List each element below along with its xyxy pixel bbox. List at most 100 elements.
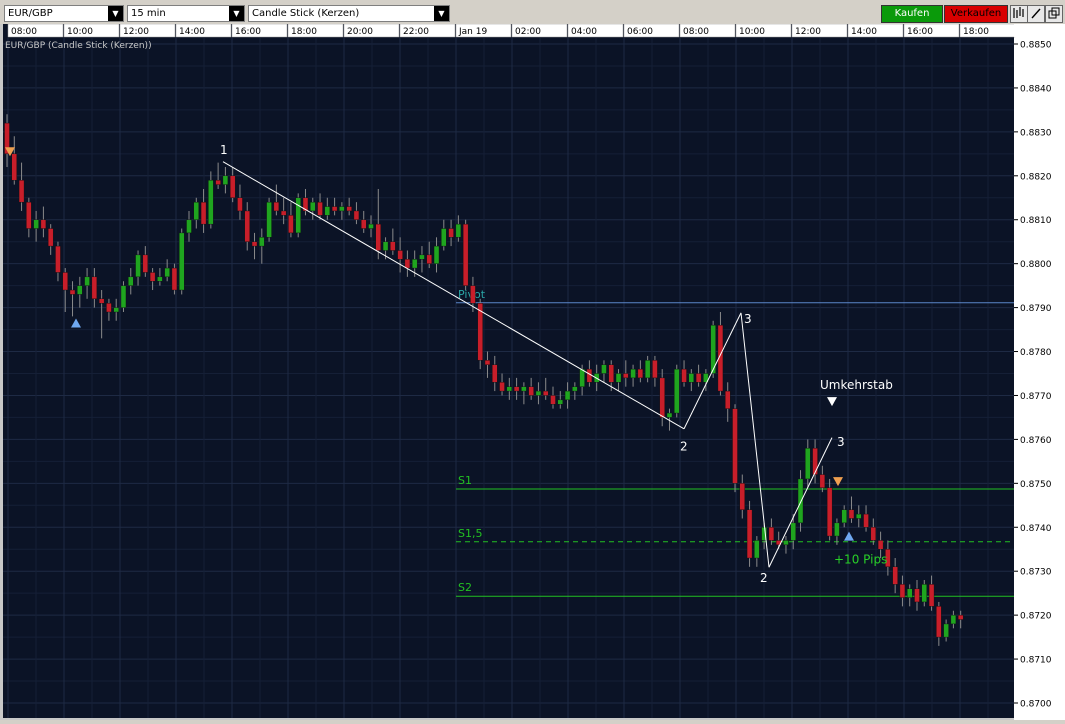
chart-title: EUR/GBP (Candle Stick (Kerzen)) bbox=[5, 41, 152, 51]
candle-down bbox=[659, 377, 665, 418]
candle-up bbox=[433, 245, 440, 264]
candle-up bbox=[943, 623, 949, 638]
y-tick-label: 0.8750 bbox=[1020, 480, 1052, 490]
x-tick-label: 02:00 bbox=[515, 27, 541, 37]
candle-down bbox=[513, 386, 520, 392]
candle-up bbox=[120, 285, 127, 308]
x-tick-label: 20:00 bbox=[347, 27, 373, 37]
buy-button[interactable]: Kaufen bbox=[881, 5, 943, 23]
candle-up bbox=[157, 276, 163, 282]
candle-up bbox=[135, 254, 141, 278]
y-tick-label: 0.8740 bbox=[1020, 524, 1052, 534]
chart-area: 08:00 10:00 12:00 14:00 16:00 18:00 20:00 22:00… bbox=[0, 23, 1065, 720]
candle-up bbox=[310, 201, 316, 212]
candle-up bbox=[113, 307, 119, 313]
candle-down bbox=[397, 250, 403, 260]
candle-down bbox=[637, 368, 644, 379]
candle-down bbox=[739, 483, 745, 510]
candles-icon[interactable] bbox=[1010, 5, 1028, 23]
level-label: S2 bbox=[458, 581, 472, 594]
candle-down bbox=[499, 382, 505, 392]
candle-up bbox=[535, 390, 542, 396]
candle-down bbox=[426, 254, 432, 264]
chevron-down-icon[interactable]: ▼ bbox=[229, 6, 244, 21]
candle-down bbox=[957, 614, 964, 620]
candle-down bbox=[11, 153, 17, 181]
candle-down bbox=[892, 566, 898, 585]
candle-up bbox=[521, 386, 527, 392]
candle-down bbox=[543, 390, 549, 396]
candle-down bbox=[288, 215, 294, 234]
candle-down bbox=[26, 201, 32, 229]
candle-up bbox=[797, 478, 804, 524]
candle-up bbox=[193, 201, 199, 220]
candle-down bbox=[725, 390, 731, 409]
candle-down bbox=[142, 254, 149, 273]
x-tick-label: 18:00 bbox=[291, 27, 317, 37]
candle-down bbox=[695, 373, 702, 383]
candle-down bbox=[448, 228, 454, 238]
y-tick-label: 0.8810 bbox=[1020, 216, 1052, 226]
candle-up bbox=[368, 223, 374, 229]
candle-up bbox=[84, 276, 90, 286]
candle-down bbox=[928, 584, 935, 607]
candle-up bbox=[921, 584, 927, 603]
candle-down bbox=[200, 201, 207, 225]
chevron-down-icon[interactable]: ▼ bbox=[108, 6, 123, 21]
sell-button[interactable]: Verkaufen bbox=[944, 5, 1008, 23]
candle-up bbox=[419, 254, 425, 260]
candle-down bbox=[149, 272, 156, 282]
candle-up bbox=[666, 412, 673, 418]
candle-down bbox=[936, 606, 942, 638]
chevron-down-icon[interactable]: ▼ bbox=[434, 6, 449, 21]
candle-up bbox=[950, 614, 957, 625]
candle-up bbox=[506, 386, 513, 392]
y-tick-label: 0.8770 bbox=[1020, 392, 1052, 402]
chart-type-select[interactable]: Candle Stick (Kerzen) ▼ bbox=[248, 5, 450, 22]
x-tick-label: 14:00 bbox=[851, 27, 877, 37]
candle-down bbox=[586, 368, 593, 383]
y-tick-label: 0.8800 bbox=[1020, 260, 1052, 270]
candle-up bbox=[128, 276, 134, 286]
candle-down bbox=[826, 487, 833, 537]
x-tick-label: 12:00 bbox=[795, 27, 821, 37]
candlestick-chart[interactable]: 08:00 10:00 12:00 14:00 16:00 18:00 20:00 22:00… bbox=[0, 23, 1065, 720]
candle-down bbox=[346, 206, 352, 212]
candle-up bbox=[411, 259, 418, 269]
candle-down bbox=[863, 513, 869, 528]
pencil-icon[interactable] bbox=[1027, 5, 1045, 23]
candle-down bbox=[251, 241, 258, 247]
x-tick-label: Jan 19 bbox=[458, 27, 487, 37]
x-tick-label: 08:00 bbox=[11, 27, 37, 37]
x-tick-label: 08:00 bbox=[683, 27, 709, 37]
candle-up bbox=[295, 197, 301, 234]
x-tick-label: 22:00 bbox=[403, 27, 429, 37]
candle-down bbox=[375, 223, 381, 251]
candle-up bbox=[339, 206, 345, 212]
symbol-select[interactable]: EUR/GBP ▼ bbox=[4, 5, 124, 22]
interval-select[interactable]: 15 min ▼ bbox=[127, 5, 245, 22]
candle-down bbox=[608, 364, 614, 383]
candle-down bbox=[652, 360, 658, 379]
y-tick-label: 0.8700 bbox=[1020, 700, 1052, 710]
candle-up bbox=[688, 373, 695, 383]
candle-up bbox=[601, 364, 607, 374]
candle-down bbox=[732, 408, 738, 484]
candle-up bbox=[674, 368, 680, 414]
annotation-label: +10 Pips bbox=[834, 552, 887, 566]
candle-up bbox=[259, 237, 265, 247]
candle-down bbox=[550, 395, 556, 405]
candle-down bbox=[353, 210, 360, 220]
candle-down bbox=[812, 447, 818, 475]
interval-value: 15 min bbox=[131, 8, 166, 19]
y-tick-label: 0.8840 bbox=[1020, 84, 1052, 94]
candle-up bbox=[455, 223, 462, 238]
y-tick-label: 0.8820 bbox=[1020, 172, 1052, 182]
popout-icon[interactable] bbox=[1045, 5, 1063, 23]
y-tick-label: 0.8760 bbox=[1020, 436, 1052, 446]
x-tick-label: 10:00 bbox=[739, 27, 765, 37]
candle-down bbox=[244, 210, 250, 242]
candle-up bbox=[841, 509, 847, 524]
candle-down bbox=[681, 368, 687, 383]
candle-down bbox=[47, 228, 54, 247]
